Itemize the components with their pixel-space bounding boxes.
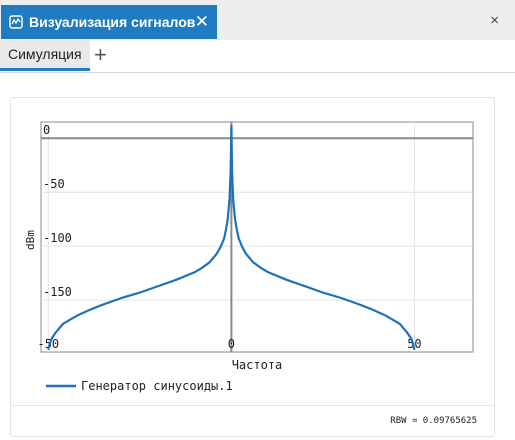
signal-visualizer-icon <box>9 15 23 29</box>
tab-simulation[interactable]: Симуляция <box>0 40 90 71</box>
spectrum-chart[interactable]: 0-50-100-150-50 0 50 Частота dBm Генератор… <box>11 98 494 398</box>
window-title: Визуализация сигналов <box>29 14 196 30</box>
y-tick-label: -50 <box>43 177 65 191</box>
window-tab[interactable]: Визуализация сигналов ✕ <box>1 5 217 39</box>
tab-label: Симуляция <box>8 46 82 62</box>
footer-divider <box>11 405 494 406</box>
y-tick-label: -150 <box>43 285 72 299</box>
y-tick-label: 0 <box>43 123 50 137</box>
close-icon[interactable]: ✕ <box>195 13 209 30</box>
rbw-readout: RBW = 0.09765625 <box>390 416 477 426</box>
x-tick-label: 0 <box>228 337 235 351</box>
legend-label: Генератор синусоиды.1 <box>81 379 233 393</box>
window-close-icon[interactable]: × <box>490 12 499 29</box>
y-tick-label: -100 <box>43 231 72 245</box>
plot-area <box>40 121 474 353</box>
add-tab-icon[interactable]: + <box>94 44 107 66</box>
x-axis-label: Частота <box>232 358 283 372</box>
y-axis-label: dBm <box>24 230 37 250</box>
chart-panel: 0 -50 -100 -150 -50 0 50 Частота dBm Генератор… <box>10 97 495 437</box>
subtab-bar: Симуляция + <box>0 40 515 73</box>
window-title-bar: Визуализация сигналов ✕ × <box>0 0 515 41</box>
